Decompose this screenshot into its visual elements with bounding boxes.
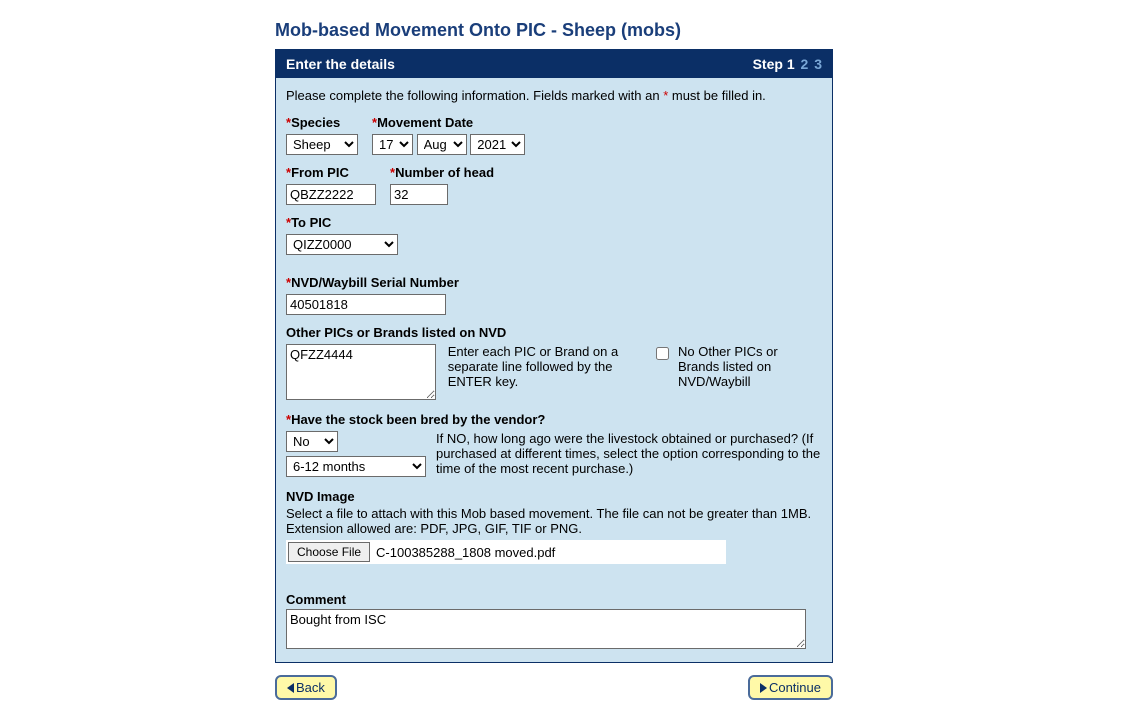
num-head-input[interactable]: [390, 184, 448, 205]
triangle-left-icon: [287, 683, 294, 693]
step-current: 1: [787, 56, 795, 72]
step-indicator: Step 1 2 3: [753, 56, 822, 72]
species-label: *Species: [286, 115, 358, 130]
step-2: 2: [801, 56, 809, 72]
comment-label: Comment: [286, 592, 822, 607]
continue-button[interactable]: Continue: [748, 675, 833, 700]
species-select[interactable]: Sheep: [286, 134, 358, 155]
movement-year-select[interactable]: 2021: [470, 134, 525, 155]
bred-note: If NO, how long ago were the livestock o…: [436, 431, 822, 476]
num-head-label: *Number of head: [390, 165, 494, 180]
nvd-serial-input[interactable]: [286, 294, 446, 315]
panel-header: Enter the details Step 1 2 3: [276, 50, 832, 78]
from-pic-input[interactable]: [286, 184, 376, 205]
how-long-select[interactable]: 6-12 months: [286, 456, 426, 477]
selected-file-name: C-100385288_1808 moved.pdf: [376, 545, 555, 560]
page-title: Mob-based Movement Onto PIC - Sheep (mob…: [275, 20, 833, 41]
triangle-right-icon: [760, 683, 767, 693]
movement-day-select[interactable]: 17: [372, 134, 413, 155]
comment-textarea[interactable]: [286, 609, 806, 649]
no-other-pics-checkbox[interactable]: [656, 347, 669, 360]
from-pic-label: *From PIC: [286, 165, 376, 180]
file-input-row: Choose File C-100385288_1808 moved.pdf: [286, 540, 726, 564]
other-pics-hint: Enter each PIC or Brand on a separate li…: [448, 344, 620, 389]
nvd-image-label: NVD Image: [286, 489, 822, 504]
no-other-pics-label: No Other PICs or Brands listed on NVD/Wa…: [678, 344, 822, 389]
bred-label: *Have the stock been bred by the vendor?: [286, 412, 822, 427]
other-pics-label: Other PICs or Brands listed on NVD: [286, 325, 822, 340]
choose-file-button[interactable]: Choose File: [288, 542, 370, 562]
panel-header-title: Enter the details: [286, 56, 395, 72]
bred-select[interactable]: No: [286, 431, 338, 452]
back-button[interactable]: Back: [275, 675, 337, 700]
movement-date-label: *Movement Date: [372, 115, 525, 130]
step-3: 3: [814, 56, 822, 72]
nvd-image-desc: Select a file to attach with this Mob ba…: [286, 506, 822, 536]
to-pic-select[interactable]: QIZZ0000: [286, 234, 398, 255]
other-pics-textarea[interactable]: [286, 344, 436, 400]
nvd-serial-label: *NVD/Waybill Serial Number: [286, 275, 822, 290]
movement-month-select[interactable]: Aug: [417, 134, 467, 155]
intro-text: Please complete the following informatio…: [286, 88, 822, 103]
form-panel: Enter the details Step 1 2 3 Please comp…: [275, 49, 833, 663]
to-pic-label: *To PIC: [286, 215, 398, 230]
